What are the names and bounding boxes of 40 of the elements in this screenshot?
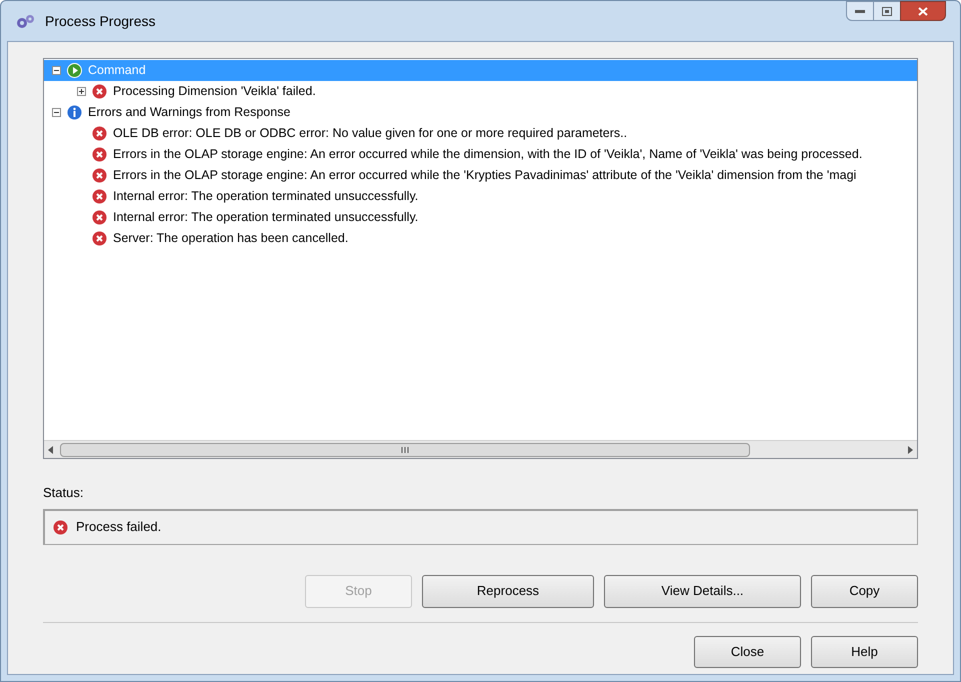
status-text: Process failed. — [76, 518, 162, 536]
error-icon — [92, 147, 107, 162]
error-icon — [92, 126, 107, 141]
error-icon — [92, 84, 107, 99]
dialog-button[interactable]: Close — [694, 636, 801, 668]
maximize-button[interactable] — [874, 1, 900, 21]
right-arrow-icon[interactable] — [907, 446, 913, 454]
tree-row[interactable]: Errors and Warnings from Response — [44, 102, 917, 123]
error-icon — [92, 231, 107, 246]
tree-row[interactable]: Server: The operation has been cancelled. — [44, 228, 917, 249]
tree-row[interactable]: Errors in the OLAP storage engine: An error occurred while the dimension, with the ID of 'Veikla', Name of 'Veikla' was being processed. — [44, 144, 917, 165]
close-icon — [918, 6, 928, 16]
error-icon — [92, 189, 107, 204]
scroll-thumb[interactable] — [60, 442, 750, 456]
collapse-toggle-icon[interactable] — [52, 108, 61, 117]
error-icon — [92, 210, 107, 225]
minimize-icon — [855, 9, 865, 13]
dialog-button[interactable]: Help — [811, 636, 918, 668]
tree-row[interactable]: Processing Dimension 'Veikla' failed. — [44, 81, 917, 102]
error-icon — [53, 520, 68, 534]
expand-toggle-icon[interactable] — [77, 87, 86, 96]
tree-row[interactable]: Errors in the OLAP storage engine: An error occurred while the 'Krypties Pavadinimas' attribute of the 'Veikla' dimension from the 'magi — [44, 165, 917, 186]
window-title: Process Progress — [45, 12, 156, 31]
collapse-toggle-icon[interactable] — [52, 66, 61, 75]
dialog-button[interactable]: View Details... — [604, 574, 801, 608]
maximize-icon — [882, 6, 892, 16]
left-arrow-icon[interactable] — [48, 446, 54, 454]
dialog-button[interactable]: Copy — [811, 574, 918, 608]
status-label: Status: — [43, 484, 84, 502]
play-icon — [67, 63, 82, 78]
info-icon — [67, 105, 82, 120]
minimize-button[interactable] — [846, 1, 874, 21]
tree-row[interactable]: OLE DB error: OLE DB or ODBC error: No value given for one or more required parameters.. — [44, 123, 917, 144]
horizontal-scrollbar[interactable] — [44, 440, 917, 458]
gears-icon — [15, 12, 37, 30]
error-icon — [92, 168, 107, 183]
tree-row[interactable]: Internal error: The operation terminated unsuccessfully. — [44, 186, 917, 207]
dialog-button[interactable]: Reprocess — [422, 574, 594, 608]
tree-row[interactable]: Internal error: The operation terminated unsuccessfully. — [44, 207, 917, 228]
close-button[interactable] — [900, 1, 946, 21]
